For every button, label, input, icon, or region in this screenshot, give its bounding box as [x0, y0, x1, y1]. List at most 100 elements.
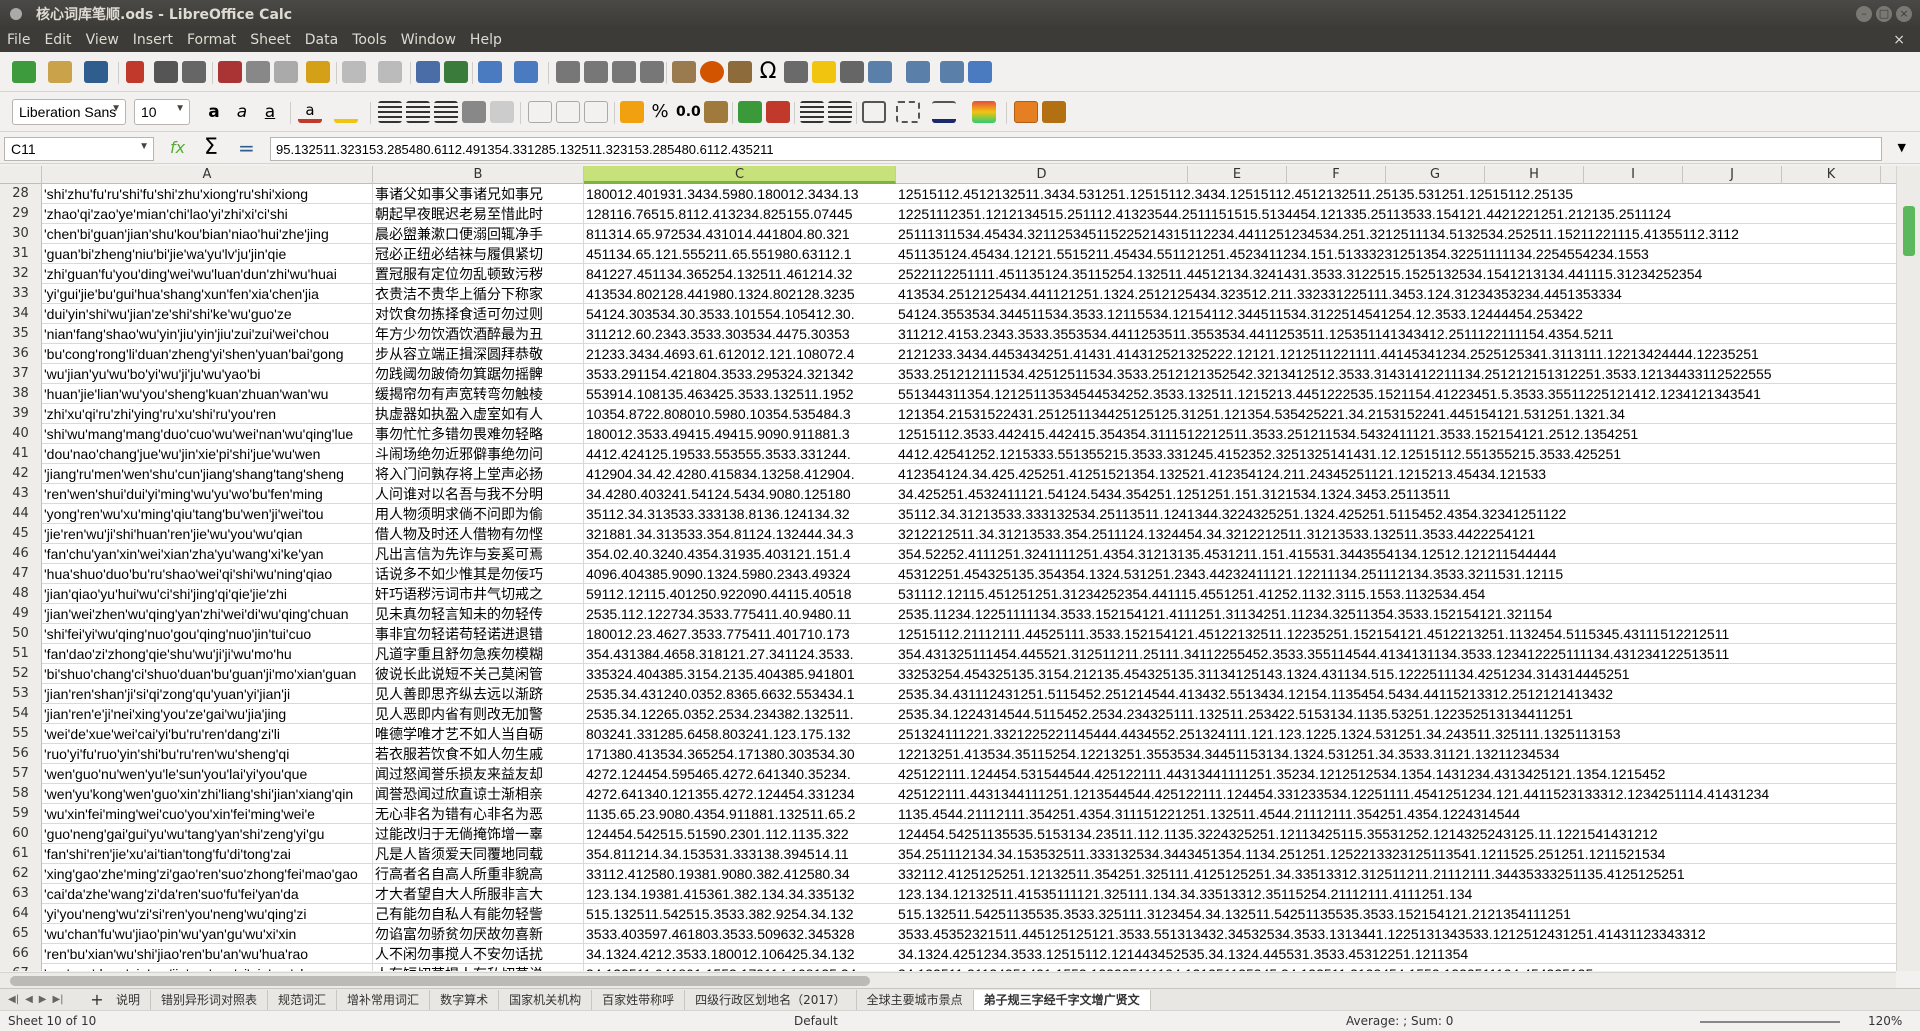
row-header[interactable]: 61: [0, 844, 42, 864]
cell-b[interactable]: 无心非名为错有心非名为恶: [373, 804, 584, 824]
cell-d[interactable]: 12515112.21112111.44525111.3533.15215412…: [896, 624, 1900, 644]
cell-c[interactable]: 4412.424125.19533.553555.3533.331244.: [584, 444, 896, 464]
cell-c[interactable]: 128116.76515.8112.413234.825155.07445: [584, 204, 896, 224]
close-document-icon[interactable]: ×: [1886, 32, 1912, 48]
row-header[interactable]: 36: [0, 344, 42, 364]
cell-c[interactable]: 34.132511.941801.1553.179114.108135.34: [584, 964, 896, 971]
conditional-format-icon[interactable]: [972, 101, 996, 123]
cell-a[interactable]: 'wu'jian'yu'wu'bo'yi'wu'ji'ju'wu'yao'bi: [42, 364, 373, 384]
italic-icon[interactable]: a: [230, 101, 254, 123]
comment-icon[interactable]: [812, 61, 836, 83]
cell-b[interactable]: 执虚器如执盈入虚室如有人: [373, 404, 584, 424]
row-header[interactable]: 35: [0, 324, 42, 344]
cell-a[interactable]: 'dou'nao'chang'jue'wu'jin'xie'pi'shi'jue…: [42, 444, 373, 464]
cell-d[interactable]: 3533.45352321511.445125125121.3533.55131…: [896, 924, 1900, 944]
export-pdf-icon[interactable]: [126, 61, 144, 83]
last-sheet-icon[interactable]: ▶|: [52, 994, 63, 1005]
horizontal-scrollbar[interactable]: [0, 972, 1896, 988]
cell-d[interactable]: 2522112251111.451135124.35115254.132511.…: [896, 264, 1900, 284]
cell-d[interactable]: 515.132511.54251135535.3533.325111.31234…: [896, 904, 1900, 924]
cell-c[interactable]: 515.132511.542515.3533.382.9254.34.132: [584, 904, 896, 924]
row-header[interactable]: 53: [0, 684, 42, 704]
select-all-corner[interactable]: [0, 166, 42, 184]
sort-descending-icon[interactable]: [612, 61, 636, 83]
cell-a[interactable]: 'nian'fang'shao'wu'yin'jiu'yin'jiu'zui'z…: [42, 324, 373, 344]
cell-b[interactable]: 对饮食勿拣择食适可勿过则: [373, 304, 584, 324]
cell-a[interactable]: 'fan'shi'ren'jie'xu'ai'tian'tong'fu'di't…: [42, 844, 373, 864]
row-header[interactable]: 50: [0, 624, 42, 644]
cell-a[interactable]: 'huan'jie'lian'wu'you'sheng'kuan'zhuan'w…: [42, 384, 373, 404]
sheet-tab[interactable]: 增补常用词汇: [337, 989, 431, 1010]
column-icon[interactable]: [514, 61, 538, 83]
sheet-tab-active[interactable]: 弟子规三字经千字文增广贤文: [973, 989, 1151, 1010]
sheet-tab[interactable]: 规范词汇: [268, 989, 338, 1010]
cell-a[interactable]: 'ruo'yi'fu'ruo'yin'shi'bu'ru'ren'wu'shen…: [42, 744, 373, 764]
cell-a[interactable]: 'shi'zhu'fu'ru'shi'fu'shi'zhu'xiong'ru's…: [42, 184, 373, 204]
cell-c[interactable]: 3533.403597.461803.3533.509632.345328: [584, 924, 896, 944]
row-header[interactable]: 48: [0, 584, 42, 604]
freeze-rows-columns-icon[interactable]: [906, 61, 930, 83]
cell-b[interactable]: 凡是人皆须爱天同覆地同载: [373, 844, 584, 864]
menu-file[interactable]: File: [0, 32, 37, 48]
cell-a[interactable]: 'yong'ren'wu'xu'ming'qiu'tang'bu'wen'ji'…: [42, 504, 373, 524]
undo-icon[interactable]: [342, 61, 366, 83]
scroll-thumb[interactable]: [1903, 206, 1915, 256]
number-format-icon[interactable]: 0.0: [676, 101, 701, 123]
row-header[interactable]: 29: [0, 204, 42, 224]
special-character-icon[interactable]: Ω: [756, 61, 780, 83]
expand-formula-icon[interactable]: ▼: [1898, 141, 1906, 154]
show-grid-icon[interactable]: [1014, 101, 1038, 123]
cell-d[interactable]: 124454.54251135535.5153134.23511.112.113…: [896, 824, 1900, 844]
add-sheet-icon[interactable]: +: [88, 990, 106, 1009]
find-replace-icon[interactable]: [416, 61, 440, 83]
align-left-icon[interactable]: [378, 101, 402, 123]
menu-format[interactable]: Format: [180, 32, 243, 48]
column-header[interactable]: D: [896, 166, 1188, 184]
cell-b[interactable]: 行高者名自高人所重非貌高: [373, 864, 584, 884]
menu-window[interactable]: Window: [394, 32, 463, 48]
row-header[interactable]: 28: [0, 184, 42, 204]
row-header[interactable]: 59: [0, 804, 42, 824]
cell-b[interactable]: 冠必正纽必结袜与履俱紧切: [373, 244, 584, 264]
cell-a[interactable]: 'zhao'qi'zao'ye'mian'chi'lao'yi'zhi'xi'c…: [42, 204, 373, 224]
cell-d[interactable]: 3533.251212111534.42512511534.3533.25121…: [896, 364, 1900, 384]
cell-a[interactable]: 'ren'you'duan'qie'mo'jie'ren'you'si'qie'…: [42, 964, 373, 971]
cell-a[interactable]: 'jian'wei'zhen'wu'qing'yan'zhi'wei'di'wu…: [42, 604, 373, 624]
cell-c[interactable]: 34.1324.4212.3533.180012.106425.34.132: [584, 944, 896, 964]
row-header[interactable]: 63: [0, 884, 42, 904]
cell-b[interactable]: 己有能勿自私人有能勿轻訾: [373, 904, 584, 924]
wrap-text-icon[interactable]: [462, 101, 486, 123]
row-header[interactable]: 42: [0, 464, 42, 484]
cell-b[interactable]: 唯德学唯才艺不如人当自砺: [373, 724, 584, 744]
row-header[interactable]: 33: [0, 284, 42, 304]
cell-b[interactable]: 闻誉恐闻过欣直谅士渐相亲: [373, 784, 584, 804]
cell-a[interactable]: 'hua'shuo'duo'bu'ru'shao'wei'qi'shi'wu'n…: [42, 564, 373, 584]
row-header[interactable]: 41: [0, 444, 42, 464]
cell-c[interactable]: 2535.34.431240.0352.8365.6632.553434.1: [584, 684, 896, 704]
cell-c[interactable]: 2535.112.122734.3533.775411.40.9480.11: [584, 604, 896, 624]
headers-footers-icon[interactable]: [840, 61, 864, 83]
cell-c[interactable]: 54124.303534.30.3533.101554.105412.30.: [584, 304, 896, 324]
cell-c[interactable]: 354.431384.4658.318121.27.341124.3533.: [584, 644, 896, 664]
cell-d[interactable]: 531112.12115.451251251.31234252354.44111…: [896, 584, 1900, 604]
border-style-icon[interactable]: [896, 101, 920, 123]
column-header[interactable]: E: [1188, 166, 1287, 184]
cell-d[interactable]: 25111311534.45434.3211253451152252143151…: [896, 224, 1900, 244]
cell-c[interactable]: 34.4280.403241.54124.5434.9080.125180: [584, 484, 896, 504]
row-header[interactable]: 49: [0, 604, 42, 624]
cell-c[interactable]: 811314.65.972534.431014.441804.80.321: [584, 224, 896, 244]
copy-icon[interactable]: [246, 61, 270, 83]
cell-d[interactable]: 2121233.3434.4453434251.41431.4143125213…: [896, 344, 1900, 364]
cell-b[interactable]: 话说多不如少惟其是勿佞巧: [373, 564, 584, 584]
cell-a[interactable]: 'bi'shuo'chang'ci'shuo'duan'bu'guan'ji'm…: [42, 664, 373, 684]
next-sheet-icon[interactable]: ▶: [39, 994, 47, 1005]
cell-d[interactable]: 34.132511.31134251431.1553.122225111134.…: [896, 964, 1900, 971]
selection-sum[interactable]: Average: ; Sum: 0: [1346, 1014, 1453, 1028]
row-header[interactable]: 62: [0, 864, 42, 884]
scroll-thumb[interactable]: [10, 976, 870, 986]
define-print-area-icon[interactable]: [868, 61, 892, 83]
add-decimal-icon[interactable]: [738, 101, 762, 123]
decrease-indent-icon[interactable]: [828, 101, 852, 123]
align-right-icon[interactable]: [434, 101, 458, 123]
cell-a[interactable]: 'zhi'xu'qi'ru'zhi'ying'ru'xu'shi'ru'you'…: [42, 404, 373, 424]
